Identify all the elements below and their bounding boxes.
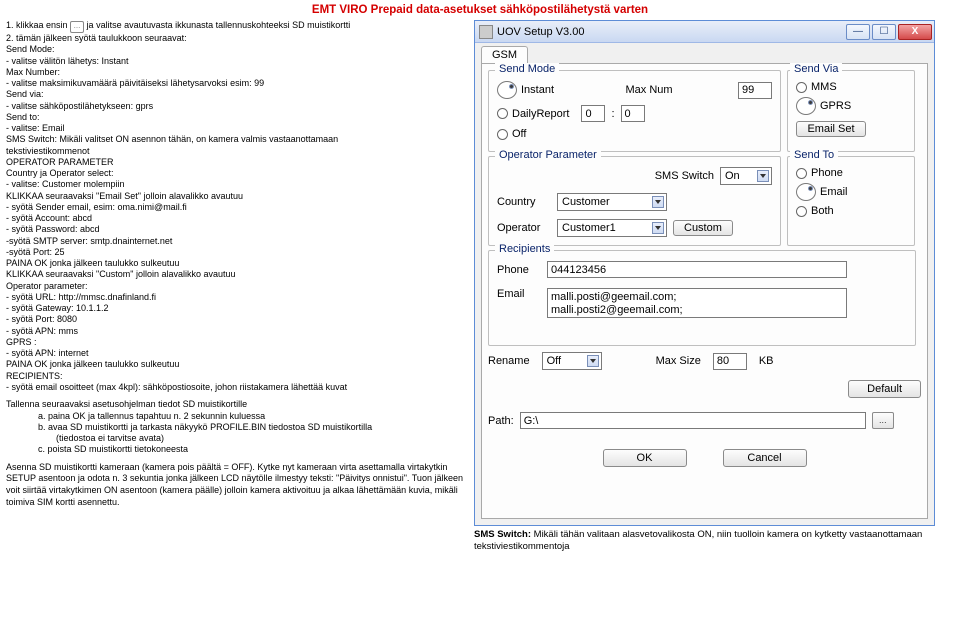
rename-label: Rename xyxy=(488,355,530,367)
save-b1: b. avaa SD muistikortti ja tarkasta näky… xyxy=(38,422,468,433)
operator-legend: Operator Parameter xyxy=(495,149,601,161)
sendmode-legend: Send Mode xyxy=(495,63,559,75)
maxnum-input[interactable] xyxy=(738,82,772,99)
recipients-label: RECIPIENTS: xyxy=(6,371,468,382)
uov-setup-window: UOV Setup V3.00 — ☐ X GSM Send Mode xyxy=(474,20,935,526)
instructions-column: 1. klikkaa ensin … ja valitse avautuvast… xyxy=(6,20,468,554)
radio-phone[interactable]: Phone xyxy=(796,167,900,179)
maxnum-value: - valitse maksimikuvamäärä päivitäiseksi… xyxy=(6,78,468,89)
sms-switch-footnote: SMS Switch: Mikäli tähän valitaan alasve… xyxy=(474,529,942,554)
port-line: -syötä Port: 25 xyxy=(6,247,468,258)
radio-gprs[interactable]: GPRS xyxy=(796,97,900,115)
maxsize-input[interactable] xyxy=(713,353,747,370)
maxnum-label: Max Num xyxy=(625,84,672,96)
radio-email[interactable]: Email xyxy=(796,183,900,201)
sms-switch-a: SMS Switch: Mikäli valitset ON asennon t… xyxy=(6,134,468,145)
footnote-text: Mikäli tähän valitaan alasvetovalikosta … xyxy=(474,529,922,552)
smtp-line: -syötä SMTP server: smtp.dnainternet.net xyxy=(6,236,468,247)
tab-gsm[interactable]: GSM xyxy=(481,46,528,63)
account-line: - syötä Account: abcd xyxy=(6,213,468,224)
minimize-button[interactable]: — xyxy=(846,24,870,40)
gateway-line: - syötä Gateway: 10.1.1.2 xyxy=(6,303,468,314)
sendmode-value: - valitse välitön lähetys: Instant xyxy=(6,56,468,67)
radio-instant[interactable]: Instant xyxy=(497,81,554,99)
default-button[interactable]: Default xyxy=(848,380,921,398)
dailyreport-min[interactable] xyxy=(621,105,645,122)
password-line: - syötä Password: abcd xyxy=(6,224,468,235)
save-c: c. poista SD muistikortti tietokoneesta xyxy=(38,444,468,455)
gprs-label: GPRS : xyxy=(6,337,468,348)
click-emailset: KLIKKAA seuraavaksi "Email Set" jolloin … xyxy=(6,191,468,202)
phone-field-label: Phone xyxy=(497,264,541,276)
save-header: Tallenna seuraavaksi asetusohjelman tied… xyxy=(6,399,468,411)
app-icon xyxy=(479,25,493,39)
radio-both[interactable]: Both xyxy=(796,205,900,217)
rename-select[interactable]: Off xyxy=(542,352,602,370)
sendto-legend: Send To xyxy=(790,149,838,161)
title-bar: UOV Setup V3.00 — ☐ X xyxy=(475,21,934,43)
page-title: EMT VIRO Prepaid data-asetukset sähköpos… xyxy=(0,0,960,16)
paina-ok2-line: PAINA OK jonka jälkeen taulukko sulkeutu… xyxy=(6,359,468,370)
sendmode-label: Send Mode: xyxy=(6,44,468,55)
colon: : xyxy=(611,108,614,120)
port2-line: - syötä Port: 8080 xyxy=(6,314,468,325)
operator-parameter: Operator parameter: xyxy=(6,281,468,292)
email-input[interactable]: malli.posti@geemail.com; malli.posti2@ge… xyxy=(547,288,847,318)
browse-icon: … xyxy=(70,21,84,33)
ok-button[interactable]: OK xyxy=(603,449,687,467)
email-field-label: Email xyxy=(497,288,541,300)
custom-button[interactable]: Custom xyxy=(673,220,733,236)
maxsize-label: Max Size xyxy=(656,355,701,367)
footnote-bold: SMS Switch: xyxy=(474,529,531,540)
tab-page: Send Mode Instant Max Num DailyReport xyxy=(481,63,928,519)
sendto-value: - valitse: Email xyxy=(6,123,468,134)
apn-line: - syötä APN: mms xyxy=(6,326,468,337)
recipients-value: - syötä email osoitteet (max 4kpl): sähk… xyxy=(6,382,468,393)
install-note: Asenna SD muistikortti kameraan (kamera … xyxy=(6,462,468,509)
country-value: - valitse: Customer molempiin xyxy=(6,179,468,190)
country-field-label: Country xyxy=(497,196,551,208)
url-line: - syötä URL: http://mmsc.dnafinland.fi xyxy=(6,292,468,303)
sms-switch-label: SMS Switch xyxy=(655,170,714,182)
radio-off[interactable]: Off xyxy=(497,128,526,140)
sms-switch-b: tekstiviestikommenot xyxy=(6,146,468,157)
save-a: a. paina OK ja tallennus tapahtuu n. 2 s… xyxy=(38,411,468,422)
radio-dailyreport[interactable]: DailyReport xyxy=(497,108,569,120)
browse-button[interactable]: … xyxy=(872,412,894,429)
sendvia-label: Send via: xyxy=(6,89,468,100)
step1-prefix: 1. klikkaa ensin xyxy=(6,20,70,30)
sms-switch-select[interactable]: On xyxy=(720,167,772,185)
radio-mms[interactable]: MMS xyxy=(796,81,900,93)
step2: 2. tämän jälkeen syötä taulukkoon seuraa… xyxy=(6,33,468,44)
country-label: Country ja Operator select: xyxy=(6,168,468,179)
save-b2: (tiedostoa ei tarvitse avata) xyxy=(56,433,468,444)
sendto-label: Send to: xyxy=(6,112,468,123)
path-label: Path: xyxy=(488,415,514,427)
sender-line: - syötä Sender email, esim: oma.nimi@mai… xyxy=(6,202,468,213)
operator-field-label: Operator xyxy=(497,222,551,234)
operator-header: OPERATOR PARAMETER xyxy=(6,157,468,168)
paina-ok-line: PAINA OK jonka jälkeen taulukko sulkeutu… xyxy=(6,258,468,269)
email-set-button[interactable]: Email Set xyxy=(796,121,866,137)
window-title: UOV Setup V3.00 xyxy=(497,26,584,38)
recipients-legend: Recipients xyxy=(495,243,554,255)
dailyreport-hour[interactable] xyxy=(581,105,605,122)
click-custom: KLIKKAA seuraavaksi "Custom" jolloin ala… xyxy=(6,269,468,280)
phone-input[interactable] xyxy=(547,261,847,278)
maximize-button[interactable]: ☐ xyxy=(872,24,896,40)
apn2-line: - syötä APN: internet xyxy=(6,348,468,359)
country-select[interactable]: Customer xyxy=(557,193,667,211)
close-button[interactable]: X xyxy=(898,24,932,40)
sendvia-legend: Send Via xyxy=(790,63,842,75)
operator-select[interactable]: Customer1 xyxy=(557,219,667,237)
sendvia-value: - valitse sähköpostilähetykseen: gprs xyxy=(6,101,468,112)
step1-suffix: ja valitse avautuvasta ikkunasta tallenn… xyxy=(87,20,351,30)
maxnum-label: Max Number: xyxy=(6,67,468,78)
kb-label: KB xyxy=(759,355,774,367)
path-input[interactable] xyxy=(520,412,866,429)
cancel-button[interactable]: Cancel xyxy=(723,449,807,467)
